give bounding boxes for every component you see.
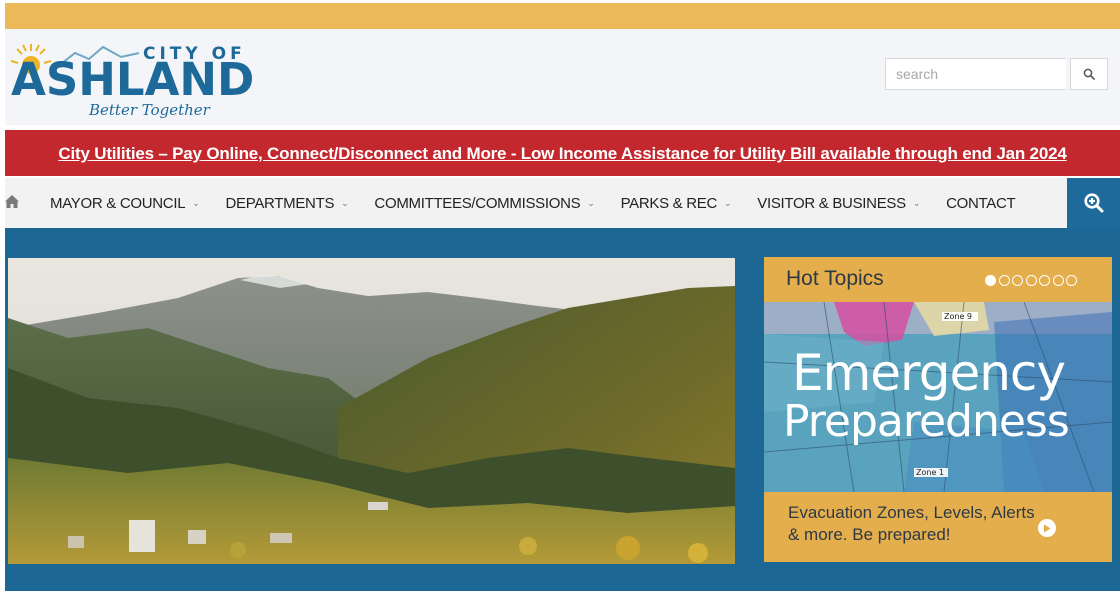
main-nav: MAYOR & COUNCIL ⌄ DEPARTMENTS ⌄ COMMITTE…	[5, 178, 1120, 228]
alert-banner: City Utilities – Pay Online, Connect/Dis…	[5, 130, 1120, 176]
nav-item-label: CONTACT	[946, 194, 1016, 212]
slide-dot-7[interactable]	[1066, 275, 1077, 286]
nav-item-label: COMMITTEES/COMMISSIONS	[374, 194, 581, 212]
hot-topic-caption[interactable]: Evacuation Zones, Levels, Alerts & more.…	[788, 502, 1038, 546]
hot-topics-panel: Hot Topics Zone 9 Zone 1 Emergency Prepa…	[764, 257, 1112, 562]
play-icon	[1044, 524, 1051, 532]
chevron-down-icon: ⌄	[724, 197, 732, 208]
top-accent-bar	[5, 3, 1120, 29]
map-label-zone1: Zone 1	[916, 468, 944, 477]
hero-image	[8, 258, 735, 564]
nav-item-label: MAYOR & COUNCIL	[50, 194, 186, 212]
nav-item-label: PARKS & REC	[620, 194, 718, 212]
site-header: CITY OF ASHLAND Better Together	[5, 29, 1120, 125]
nav-item-label: VISITOR & BUSINESS	[757, 194, 906, 212]
map-label-zone9: Zone 9	[944, 312, 972, 321]
hot-topic-headline-2: Preparedness	[783, 396, 1070, 447]
chevron-down-icon: ⌄	[912, 197, 921, 208]
hot-topic-headline-1: Emergency	[792, 344, 1066, 402]
nav-item-contact[interactable]: CONTACT	[946, 194, 1016, 212]
slide-dot-4[interactable]	[1025, 275, 1037, 286]
slide-dot-1[interactable]	[985, 275, 996, 286]
nav-item-parks-rec[interactable]: PARKS & REC ⌄	[621, 195, 732, 212]
logo-name: ASHLAND	[11, 53, 255, 106]
chevron-down-icon: ⌄	[341, 197, 349, 208]
mountain-landscape-image	[8, 258, 735, 564]
nav-item-committees-commissions[interactable]: COMMITTEES/COMMISSIONS ⌄	[374, 195, 594, 212]
nav-items: MAYOR & COUNCIL ⌄ DEPARTMENTS ⌄ COMMITTE…	[50, 178, 1041, 228]
page: CITY OF ASHLAND Better Together City Uti…	[5, 0, 1120, 591]
zoom-button[interactable]	[1067, 178, 1120, 228]
search-box	[885, 58, 1109, 92]
slide-dot-3[interactable]	[1012, 275, 1023, 286]
city-logo[interactable]: CITY OF ASHLAND Better Together	[5, 39, 265, 119]
hot-topics-title: Hot Topics	[786, 267, 884, 290]
nav-item-mayor-council[interactable]: MAYOR & COUNCIL ⌄	[50, 195, 200, 212]
search-input[interactable]	[885, 58, 1066, 90]
zoom-in-icon	[1083, 193, 1103, 213]
main-content: Hot Topics Zone 9 Zone 1 Emergency Prepa…	[5, 228, 1120, 591]
slide-dot-5[interactable]	[1039, 275, 1050, 286]
home-icon[interactable]	[5, 194, 19, 210]
search-button[interactable]	[1070, 58, 1108, 90]
slide-indicators	[985, 275, 1080, 286]
chevron-down-icon: ⌄	[587, 197, 595, 208]
alert-link[interactable]: City Utilities – Pay Online, Connect/Dis…	[58, 144, 1066, 164]
slide-dot-6[interactable]	[1052, 275, 1064, 286]
logo-tagline: Better Together	[89, 101, 210, 119]
nav-item-visitor-business[interactable]: VISITOR & BUSINESS ⌄	[757, 195, 920, 212]
slide-dot-2[interactable]	[998, 275, 1010, 286]
chevron-down-icon: ⌄	[192, 197, 200, 208]
search-icon	[1083, 68, 1095, 80]
play-button[interactable]	[1038, 519, 1056, 537]
nav-item-departments[interactable]: DEPARTMENTS ⌄	[226, 195, 349, 212]
nav-item-label: DEPARTMENTS	[225, 194, 335, 212]
